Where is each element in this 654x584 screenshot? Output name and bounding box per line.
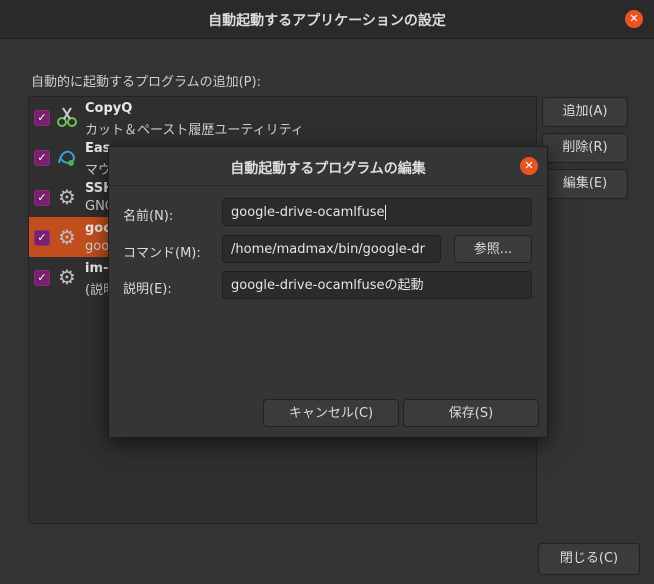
title-bar: 自動起動するアプリケーションの設定 ✕ <box>0 0 654 39</box>
command-field-value: /home/madmax/bin/google-dr <box>231 242 425 257</box>
add-button[interactable]: 追加(A) <box>542 97 628 127</box>
remove-button[interactable]: 削除(R) <box>542 133 628 163</box>
edit-program-dialog: 自動起動するプログラムの編集 ✕ 名前(N): google-drive-oca… <box>108 146 548 438</box>
description-field-value: google-drive-ocamlfuseの起動 <box>231 278 424 293</box>
description-label: 説明(E): <box>123 282 172 297</box>
name-label: 名前(N): <box>123 209 174 224</box>
gears-icon: ⚙ <box>58 185 76 209</box>
enable-checkbox[interactable]: ✓ <box>34 110 50 126</box>
app-description: goo <box>85 239 110 254</box>
description-field[interactable]: google-drive-ocamlfuseの起動 <box>222 271 532 299</box>
dialog-close-button[interactable]: ✕ <box>520 157 538 175</box>
enable-checkbox[interactable]: ✓ <box>34 190 50 206</box>
app-name: im- <box>85 261 109 276</box>
text-caret <box>385 205 387 220</box>
close-button[interactable]: 閉じる(C) <box>538 543 640 575</box>
app-description: カット＆ペースト履歴ユーティリティ <box>85 123 304 138</box>
enable-checkbox[interactable]: ✓ <box>34 150 50 166</box>
command-field[interactable]: /home/madmax/bin/google-dr <box>222 235 441 263</box>
window-close-button[interactable]: ✕ <box>625 10 643 28</box>
command-label: コマンド(M): <box>123 246 201 261</box>
startup-applications-window: 自動起動するアプリケーションの設定 ✕ 自動的に起動するプログラムの追加(P):… <box>0 0 654 584</box>
easystroke-icon <box>55 145 79 169</box>
name-field-value: google-drive-ocamlfuse <box>231 205 385 220</box>
gears-icon: ⚙ <box>58 265 76 289</box>
edit-button[interactable]: 編集(E) <box>542 169 628 199</box>
window-title: 自動起動するアプリケーションの設定 <box>208 13 446 29</box>
enable-checkbox[interactable]: ✓ <box>34 270 50 286</box>
save-button[interactable]: 保存(S) <box>403 399 539 427</box>
dialog-title: 自動起動するプログラムの編集 <box>230 161 426 177</box>
app-name: Eas <box>85 141 111 156</box>
gears-icon: ⚙ <box>58 225 76 249</box>
dialog-divider <box>109 185 547 186</box>
name-field[interactable]: google-drive-ocamlfuse <box>222 198 532 226</box>
browse-button[interactable]: 参照... <box>454 235 532 263</box>
list-section-label: 自動的に起動するプログラムの追加(P): <box>31 75 261 90</box>
list-item[interactable]: ✓ CopyQ カット＆ペースト履歴ユーティリティ <box>29 97 536 138</box>
copyq-scissors-icon <box>55 105 79 129</box>
cancel-button[interactable]: キャンセル(C) <box>263 399 399 427</box>
app-name: CopyQ <box>85 101 133 116</box>
enable-checkbox[interactable]: ✓ <box>34 230 50 246</box>
